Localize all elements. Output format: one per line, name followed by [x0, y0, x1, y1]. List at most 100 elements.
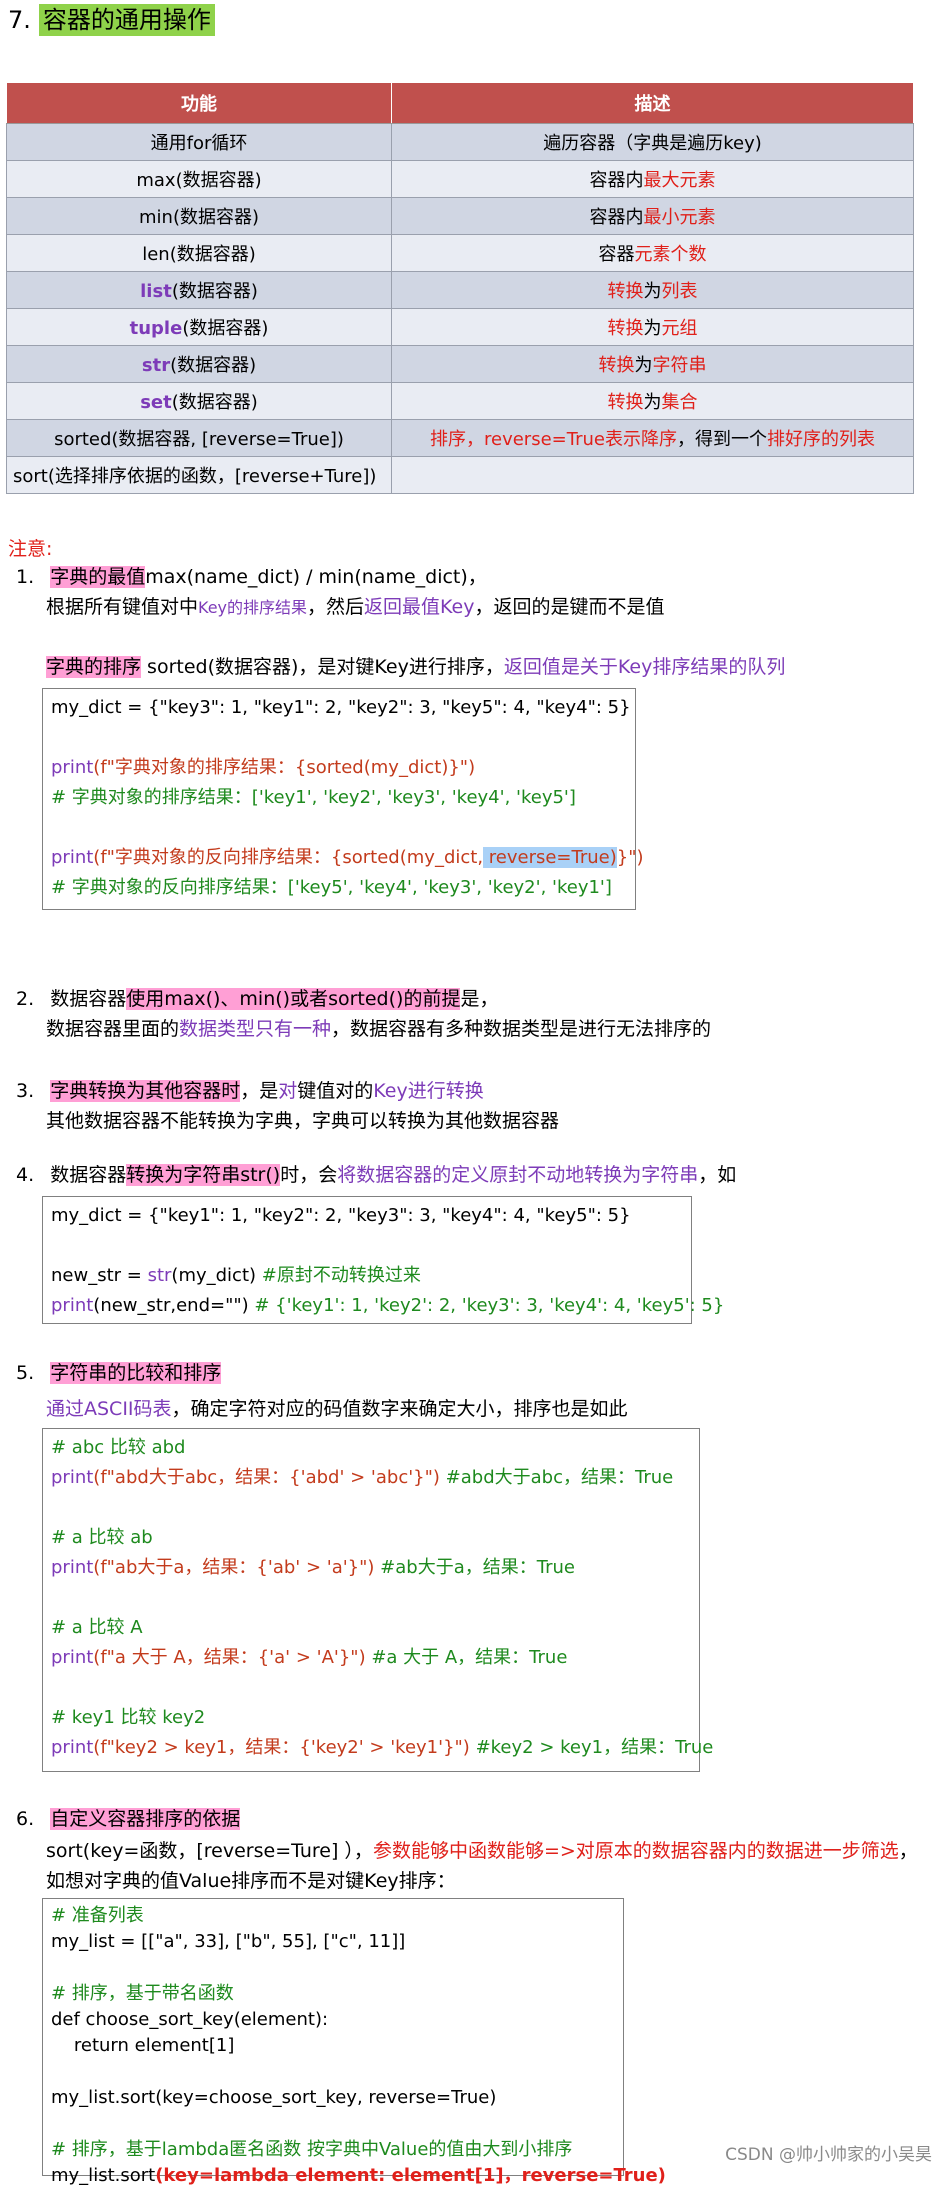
cell-desc: 容器内最小元素 — [391, 197, 914, 235]
code-line: print(f"字典对象的排序结果：{sorted(my_dict)}") — [51, 753, 627, 783]
cell-func: str(数据容器) — [6, 345, 392, 383]
code-string: (f"字典对象的反向排序结果：{sorted(my_dict, — [93, 847, 484, 868]
code-line: print(new_str,end="") # {'key1': 1, 'key… — [51, 1291, 724, 1321]
cell-func: len(数据容器) — [6, 234, 392, 272]
note-text: 数据容器 — [50, 988, 127, 1010]
note-number: 1. — [16, 566, 35, 588]
table-row: set(数据容器) 转换为集合 — [6, 382, 914, 420]
code-line: my_list.sort(key=lambda element: element… — [51, 2163, 666, 2189]
code-blank — [51, 1673, 691, 1703]
code-comment: # 排序，基于lambda匿名函数 按字典中Value的值由大到小排序 — [51, 2139, 573, 2160]
code-keyword: print — [51, 1647, 94, 1668]
desc-highlight: 排好序的列表 — [766, 429, 875, 450]
note-highlight: 使用max()、min()或者sorted()的前提 — [126, 988, 461, 1010]
code-text: new_str = — [51, 1265, 148, 1286]
desc-part: 为 — [634, 355, 653, 376]
cell-func: set(数据容器) — [6, 382, 392, 420]
note-3-line-2: 其他数据容器不能转换为字典，字典可以转换为其他数据容器 — [46, 1110, 560, 1132]
code-block-4: my_dict = {"key1": 1, "key2": 2, "key3":… — [42, 1196, 724, 1324]
note-text: 数据容器 — [50, 1164, 127, 1186]
desc-part: 容器内 — [589, 207, 644, 228]
desc-highlight: 最大元素 — [643, 170, 716, 191]
heading-title: 容器的通用操作 — [38, 4, 215, 36]
cell-desc — [391, 456, 914, 494]
code-blank — [51, 2059, 615, 2085]
code-line: def choose_sort_key(element): — [51, 2009, 329, 2030]
code-keyword: print — [51, 847, 94, 868]
note-2-line-1: 2. 数据容器使用max()、min()或者sorted()的前提是， — [16, 984, 498, 1014]
note-number: 2. — [16, 988, 35, 1010]
cell-desc: 遍历容器（字典是遍历key) — [391, 123, 914, 161]
code-line: print(f"字典对象的反向排序结果：{sorted(my_dict, rev… — [51, 843, 644, 873]
cell-func: sort(选择排序依据的函数，[reverse+Ture]) — [6, 456, 392, 494]
code-comment: # {'key1': 1, 'key2': 2, 'key3': 3, 'key… — [254, 1295, 725, 1316]
note-text: 时，会 — [280, 1164, 338, 1186]
note-highlight: 字典转换为其他容器时 — [50, 1080, 241, 1102]
note-highlight: 字符串的比较和排序 — [50, 1362, 222, 1384]
code-blank — [51, 1493, 691, 1523]
cell-func: list(数据容器) — [6, 271, 392, 309]
code-comment: # 字典对象的反向排序结果：['key5', 'key4', 'key3', '… — [51, 877, 612, 898]
func-keyword: tuple — [129, 318, 183, 339]
code-keyword: print — [51, 1557, 94, 1578]
code-line: my_dict = {"key1": 1, "key2": 2, "key3":… — [51, 1205, 631, 1226]
table-row: min(数据容器) 容器内最小元素 — [6, 197, 914, 235]
code-comment: # 准备列表 — [51, 1905, 144, 1926]
desc-part: 容器内 — [589, 170, 644, 191]
note-5-line-1: 5. 字符串的比较和排序 — [16, 1358, 222, 1388]
code-keyword: print — [51, 1737, 94, 1758]
table-row: 通用for循环 遍历容器（字典是遍历key) — [6, 123, 914, 161]
func-args: (数据容器) — [171, 281, 258, 302]
code-comment: # a 比较 A — [51, 1617, 143, 1638]
code-comment: #ab大于a，结果：True — [380, 1557, 575, 1578]
operations-table: 功能 描述 通用for循环 遍历容器（字典是遍历key) max(数据容器) 容… — [6, 82, 914, 494]
desc-highlight: 排序，reverse=True表示降序 — [430, 429, 677, 450]
table-row: tuple(数据容器) 转换为元组 — [6, 308, 914, 346]
code-line: my_list = [["a", 33], ["b", 55], ["c", 1… — [51, 1931, 406, 1952]
code-comment: # key1 比较 key2 — [51, 1707, 206, 1728]
desc-part: ，得到一个 — [676, 429, 767, 450]
note-highlight: 字典的最值 — [50, 566, 146, 588]
note-highlight: 自定义容器排序的依据 — [50, 1808, 241, 1830]
desc-part: 为 — [643, 318, 662, 339]
note-text: max(name_dict) / min(name_dict)， — [145, 566, 487, 588]
code-string: (f"a 大于 A，结果：{'a' > 'A'}") — [93, 1647, 372, 1668]
note-emphasis: 数据类型只有一种 — [179, 1018, 332, 1040]
note-text: sorted(数据容器)，是对键Key进行排序， — [141, 656, 504, 678]
desc-part: 为 — [643, 392, 662, 413]
note-emphasis: Key的排序结果 — [198, 598, 308, 617]
note-emphasis: Key进行转换 — [373, 1080, 484, 1102]
func-keyword: list — [140, 281, 172, 302]
note-1-line-2: 根据所有键值对中Key的排序结果，然后返回最值Key，返回的是键而不是值 — [46, 592, 665, 623]
code-string: }") — [616, 847, 644, 868]
note-4-line-1: 4. 数据容器转换为字符串str()时，会将数据容器的定义原封不动地转换为字符串… — [16, 1160, 736, 1190]
note-1-line-1: 1. 字典的最值max(name_dict) / min(name_dict)， — [16, 562, 487, 592]
note-number: 4. — [16, 1164, 35, 1186]
code-text: (new_str,end="") — [93, 1295, 255, 1316]
code-line: my_list.sort(key=choose_sort_key, revers… — [51, 2087, 497, 2108]
notes-label: 注意: — [8, 538, 53, 560]
desc-part: 为 — [643, 281, 662, 302]
note-number: 5. — [16, 1362, 35, 1384]
code-keyword: print — [51, 1295, 94, 1316]
code-string: (f"ab大于a，结果：{'ab' > 'a'}") — [93, 1557, 381, 1578]
code-text: (my_dict) — [171, 1265, 262, 1286]
code-blank — [51, 1955, 615, 1981]
note-text: 根据所有键值对中 — [46, 596, 199, 618]
note-emphasis: 对 — [278, 1080, 298, 1102]
note-text: 是， — [460, 988, 499, 1010]
table-row: sort(选择排序依据的函数，[reverse+Ture]) — [6, 456, 914, 494]
func-args: (数据容器) — [182, 318, 269, 339]
table-row: sorted(数据容器, [reverse=True]) 排序，reverse=… — [6, 419, 914, 457]
note-text: ，如 — [698, 1164, 737, 1186]
desc-highlight: 集合 — [661, 392, 698, 413]
heading-number: 7. — [8, 6, 31, 34]
code-line: print(f"ab大于a，结果：{'ab' > 'a'}") #ab大于a，结… — [51, 1553, 691, 1583]
code-highlight: reverse=True) — [483, 847, 617, 868]
note-emphasis: 将数据容器的定义原封不动地转换为字符串 — [337, 1164, 699, 1186]
note-2-line-2: 数据容器里面的数据类型只有一种，数据容器有多种数据类型是进行无法排序的 — [46, 1014, 711, 1044]
code-string: (f"字典对象的排序结果：{sorted(my_dict)}") — [93, 757, 476, 778]
note-6-line-1: 6. 自定义容器排序的依据 — [16, 1804, 241, 1834]
code-string: (f"abd大于abc，结果：{'abd' > 'abc'}") — [93, 1467, 446, 1488]
header-function: 功能 — [6, 82, 392, 124]
